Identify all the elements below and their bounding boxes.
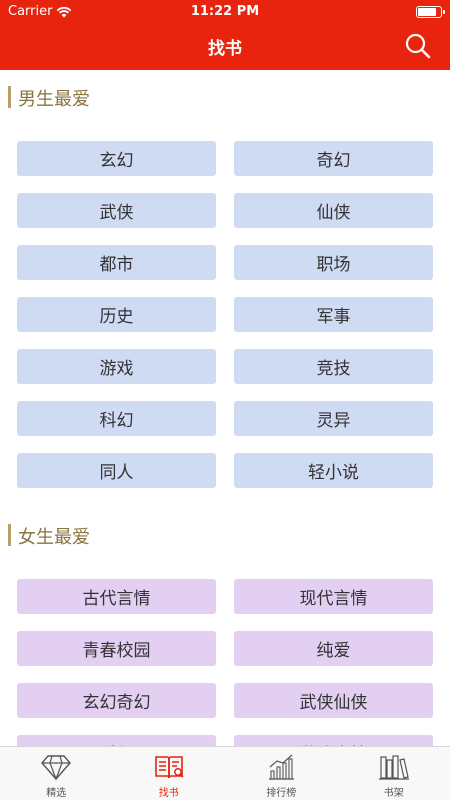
- status-time: 11:22 PM: [190, 4, 260, 19]
- tab-rankings[interactable]: 排行榜: [225, 747, 338, 800]
- category-grid: 古代言情现代言情青春校园纯爱玄幻奇幻武侠仙侠科幻 游戏竞技: [0, 562, 450, 746]
- section-marker: [8, 86, 11, 108]
- category-button[interactable]: 纯爱: [234, 631, 433, 666]
- search-icon[interactable]: [404, 32, 432, 60]
- category-button[interactable]: 武侠仙侠: [234, 683, 433, 718]
- category-button[interactable]: 游戏竞技: [234, 735, 433, 746]
- battery-icon: [416, 6, 445, 18]
- category-button[interactable]: 古代言情: [17, 579, 216, 614]
- tab-bar: 精选 找书 排行榜 书架: [0, 746, 450, 800]
- section-marker: [8, 524, 11, 546]
- category-button[interactable]: 历史: [17, 297, 216, 332]
- category-button[interactable]: 都市: [17, 245, 216, 280]
- category-button[interactable]: 玄幻奇幻: [17, 683, 216, 718]
- tab-find-books[interactable]: 找书: [113, 747, 226, 800]
- section-header: 女生最爱: [0, 508, 450, 562]
- category-button[interactable]: 仙侠: [234, 193, 433, 228]
- section-female: 女生最爱 古代言情现代言情青春校园纯爱玄幻奇幻武侠仙侠科幻 游戏竞技: [0, 508, 450, 746]
- category-button[interactable]: 竞技: [234, 349, 433, 384]
- bookshelf-icon: [378, 755, 409, 780]
- page-title: 找书: [208, 39, 242, 59]
- tab-featured[interactable]: 精选: [0, 747, 113, 800]
- category-button[interactable]: 玄幻: [17, 141, 216, 176]
- tab-bookshelf[interactable]: 书架: [338, 747, 450, 800]
- category-button[interactable]: 灵异: [234, 401, 433, 436]
- section-header: 男生最爱: [0, 70, 450, 124]
- section-male: 男生最爱 玄幻 奇幻 武侠 仙侠 都市 职场 历史 军事 游戏 竞技 科幻 灵异 同人 轻小说: [0, 70, 450, 488]
- chart-icon: [269, 754, 295, 780]
- category-button[interactable]: 游戏: [17, 349, 216, 384]
- category-button[interactable]: 军事: [234, 297, 433, 332]
- category-scroll[interactable]: 男生最爱 玄幻 奇幻 武侠 仙侠 都市 职场 历史 军事 游戏 竞技 科幻 灵异 同人 轻小说 女生最爱 …: [0, 70, 450, 746]
- category-button[interactable]: 同人: [17, 453, 216, 488]
- category-button[interactable]: 青春校园: [17, 631, 216, 666]
- category-button[interactable]: 奇幻: [234, 141, 433, 176]
- battery-level: [418, 8, 437, 16]
- category-button[interactable]: 武侠: [17, 193, 216, 228]
- category-button[interactable]: 科幻: [17, 401, 216, 436]
- app-header: Carrier 11:22 PM 找书: [0, 0, 450, 70]
- category-button[interactable]: 现代言情: [234, 579, 433, 614]
- section-title: 女生最爱: [18, 527, 90, 548]
- section-title: 男生最爱: [18, 89, 90, 110]
- tab-label: 排行榜: [266, 788, 297, 799]
- tab-label: 找书: [158, 788, 179, 799]
- category-button[interactable]: 科幻: [17, 735, 216, 746]
- diamond-icon: [41, 755, 71, 781]
- category-button[interactable]: 职场: [234, 245, 433, 280]
- category-button[interactable]: 轻小说: [234, 453, 433, 488]
- tab-label: 书架: [383, 788, 404, 799]
- book-search-icon: [154, 756, 184, 779]
- category-grid: 玄幻 奇幻 武侠 仙侠 都市 职场 历史 军事 游戏 竞技 科幻 灵异 同人 轻小说: [0, 124, 450, 488]
- status-bar: Carrier 11:22 PM: [0, 0, 450, 24]
- tab-label: 精选: [46, 788, 67, 799]
